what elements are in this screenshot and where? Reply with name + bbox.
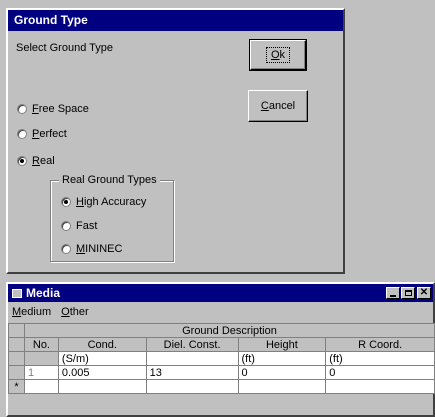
cell-height[interactable]: 0 [237, 365, 327, 380]
media-window: Media ✕ Medium Other Ground Description … [6, 282, 435, 417]
dialog-title: Ground Type [8, 10, 343, 31]
menu-medium[interactable]: Medium [12, 306, 51, 318]
radio-circle-selected [61, 197, 71, 207]
radio-real[interactable]: Real [17, 155, 55, 167]
menu-other[interactable]: Other [61, 306, 89, 318]
column-header-r-coord[interactable]: R Coord. [325, 337, 435, 352]
new-cell[interactable] [57, 379, 147, 394]
row-selector[interactable] [8, 365, 25, 380]
column-header-height[interactable]: Height [237, 337, 327, 352]
unit-no [23, 351, 59, 366]
ground-description-grid: Ground Description No. Cond. Diel. Const… [8, 323, 435, 394]
close-button[interactable]: ✕ [417, 287, 431, 299]
column-header-no[interactable]: No. [23, 337, 59, 352]
column-header-diel-const[interactable]: Diel. Const. [145, 337, 239, 352]
unit-r-coord: (ft) [325, 351, 435, 366]
radio-mininec-label: MININEC [76, 243, 123, 255]
media-window-icon [12, 288, 22, 298]
new-cell[interactable] [145, 379, 239, 394]
media-window-title: Media [26, 286, 61, 300]
ok-button-label: Ok [265, 47, 291, 63]
minimize-button[interactable] [386, 287, 400, 299]
unit-cond: (S/m) [57, 351, 147, 366]
radio-fast-label: Fast [76, 220, 98, 232]
grid-corner [8, 351, 25, 366]
cell-diel-const[interactable]: 13 [145, 365, 239, 380]
radio-high-accuracy[interactable]: High Accuracy [61, 196, 146, 208]
grid-corner [8, 323, 25, 338]
new-row-marker[interactable]: * [8, 379, 25, 394]
radio-high-accuracy-label: High Accuracy [76, 196, 147, 208]
cancel-button-label: Cancel [260, 100, 296, 112]
real-ground-types-group: Real Ground Types High Accuracy Fast MIN… [50, 174, 174, 262]
radio-circle [17, 104, 27, 114]
select-ground-prompt: Select Ground Type [16, 42, 114, 54]
ground-type-dialog: Ground Type Select Ground Type Ok Cancel… [6, 8, 345, 274]
table-row: 1 0.005 13 0 0 [8, 365, 435, 380]
new-row: * [8, 379, 435, 394]
radio-mininec[interactable]: MININEC [61, 243, 122, 255]
radio-free-space-label: Free Space [32, 103, 89, 115]
radio-circle [61, 244, 71, 254]
maximize-button[interactable] [401, 287, 415, 299]
close-icon: ✕ [419, 287, 429, 298]
ground-description-header: Ground Description [23, 323, 435, 338]
media-titlebar: Media ✕ [8, 284, 433, 302]
real-ground-types-legend: Real Ground Types [59, 174, 160, 186]
new-cell[interactable] [237, 379, 327, 394]
unit-height: (ft) [237, 351, 327, 366]
minimize-icon [390, 294, 396, 297]
radio-perfect[interactable]: Perfect [17, 128, 67, 140]
menu-bar: Medium Other [8, 303, 89, 321]
grid-corner [8, 337, 25, 352]
maximize-icon [404, 290, 412, 296]
new-cell[interactable] [325, 379, 435, 394]
cancel-button[interactable]: Cancel [248, 90, 308, 122]
radio-free-space[interactable]: Free Space [17, 103, 89, 115]
radio-circle-selected [17, 156, 27, 166]
radio-fast[interactable]: Fast [61, 220, 97, 232]
new-cell[interactable] [23, 379, 59, 394]
radio-real-label: Real [32, 155, 55, 167]
cell-cond[interactable]: 0.005 [57, 365, 147, 380]
cell-no[interactable]: 1 [23, 365, 59, 380]
cell-r-coord[interactable]: 0 [325, 365, 435, 380]
ok-button[interactable]: Ok [249, 39, 307, 71]
column-header-cond[interactable]: Cond. [57, 337, 147, 352]
unit-diel-const [145, 351, 239, 366]
radio-circle [17, 129, 27, 139]
radio-circle [61, 221, 71, 231]
radio-perfect-label: Perfect [32, 128, 67, 140]
